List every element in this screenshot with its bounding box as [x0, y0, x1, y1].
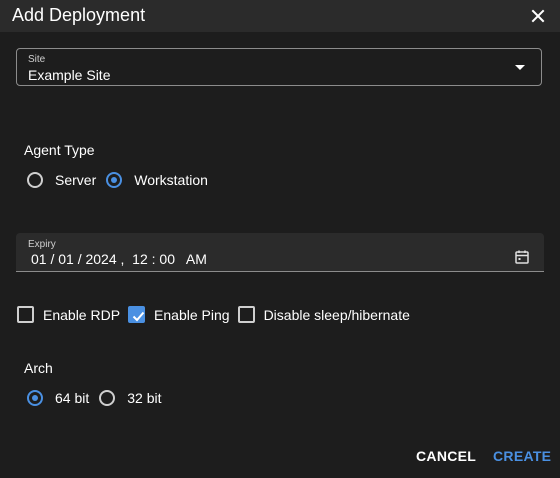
arch-radio-group: 64 bit 32 bit	[27, 390, 172, 406]
radio-workstation-label: Workstation	[134, 172, 208, 188]
create-button[interactable]: CREATE	[493, 448, 551, 464]
chevron-down-icon	[515, 65, 525, 70]
expiry-label: Expiry	[28, 239, 56, 250]
agent-type-radio-group: Server Workstation	[27, 172, 218, 188]
calendar-button[interactable]	[514, 249, 530, 265]
radio-workstation[interactable]: Workstation	[106, 172, 208, 188]
arch-label: Arch	[24, 360, 53, 376]
checkbox-disable-sleep[interactable]: Disable sleep/hibernate	[237, 306, 410, 323]
radio-server[interactable]: Server	[27, 172, 96, 188]
checkbox-enable-ping-box[interactable]	[128, 306, 146, 323]
radio-server-circle[interactable]	[27, 172, 43, 188]
check-icon	[132, 311, 145, 322]
calendar-icon	[515, 250, 529, 264]
checkbox-disable-sleep-box[interactable]	[237, 306, 255, 323]
radio-64-bit-circle[interactable]	[27, 390, 43, 406]
radio-workstation-circle[interactable]	[106, 172, 123, 188]
checkbox-disable-sleep-label: Disable sleep/hibernate	[263, 306, 410, 323]
checkbox-enable-ping[interactable]: Enable Ping	[128, 306, 230, 323]
checkbox-enable-rdp[interactable]: Enable RDP	[17, 306, 120, 323]
site-label: Site	[28, 54, 46, 65]
radio-server-label: Server	[55, 172, 97, 188]
radio-32-bit-circle[interactable]	[99, 390, 116, 406]
checkbox-enable-rdp-label: Enable RDP	[43, 306, 121, 323]
expiry-field[interactable]: Expiry 01 / 01 / 2024 , 12 : 00 AM	[16, 233, 544, 272]
checkbox-enable-ping-label: Enable Ping	[154, 306, 230, 323]
dialog-titlebar: Add Deployment	[0, 0, 560, 32]
site-value: Example Site	[28, 67, 111, 83]
radio-32-bit-label: 32 bit	[127, 390, 162, 406]
close-icon	[531, 9, 545, 23]
radio-64-bit-label: 64 bit	[55, 390, 90, 406]
close-button[interactable]	[526, 5, 550, 27]
agent-type-label: Agent Type	[24, 142, 95, 158]
add-deployment-dialog: Add Deployment Site Example Site Agent T…	[0, 0, 560, 478]
site-select[interactable]: Site Example Site	[16, 48, 542, 86]
options-checkbox-group: Enable RDP Enable Ping Disable sleep/hib…	[17, 306, 418, 323]
dialog-title: Add Deployment	[12, 5, 146, 25]
radio-64-bit[interactable]: 64 bit	[27, 390, 89, 406]
radio-32-bit[interactable]: 32 bit	[99, 390, 162, 406]
cancel-button[interactable]: CANCEL	[416, 448, 476, 464]
expiry-value[interactable]: 01 / 01 / 2024 , 12 : 00 AM	[31, 251, 207, 267]
checkbox-enable-rdp-box[interactable]	[17, 306, 34, 323]
